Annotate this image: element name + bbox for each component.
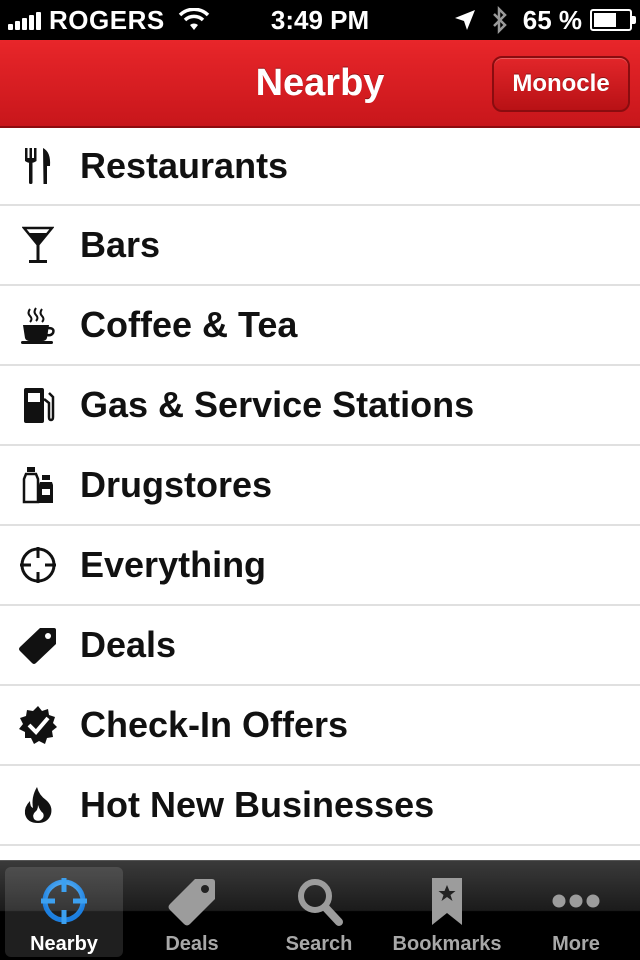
list-item-label: Everything: [80, 544, 267, 585]
tab-label: Bookmarks: [392, 933, 502, 955]
crosshair-icon: [41, 878, 87, 924]
crosshair-icon: [18, 545, 58, 585]
navigation-bar: Nearby Monocle: [0, 40, 640, 128]
list-item-label: Hot New Businesses: [80, 784, 435, 825]
monocle-button[interactable]: Monocle: [492, 56, 630, 112]
list-item-label: Bars: [80, 224, 161, 265]
list-item-label: Drugstores: [80, 464, 273, 505]
price-tag-icon: [168, 879, 215, 926]
category-list: Restaurants Bars Coffee & Tea Gas & Serv…: [0, 128, 640, 860]
tab-label: Deals: [165, 933, 219, 955]
tab-label: Nearby: [30, 933, 98, 955]
list-item-restaurants[interactable]: Restaurants: [0, 128, 640, 206]
tab-deals[interactable]: Deals: [133, 867, 251, 957]
flame-icon: [18, 785, 58, 825]
fork-knife-icon: [18, 146, 58, 186]
bottles-icon: [18, 465, 58, 505]
battery-percent: 65 %: [522, 4, 582, 35]
tab-label: Search: [285, 933, 353, 955]
price-tag-icon: [18, 625, 58, 665]
list-item-deals[interactable]: Deals: [0, 606, 640, 686]
list-item-everything[interactable]: Everything: [0, 526, 640, 606]
list-item-label: Deals: [80, 624, 177, 665]
list-item-label: Restaurants: [80, 145, 289, 186]
coffee-cup-icon: [18, 305, 58, 345]
tab-nearby[interactable]: Nearby: [5, 867, 123, 957]
cocktail-icon: [18, 225, 58, 265]
list-item-label: Check-In Offers: [80, 704, 349, 745]
battery-icon: [590, 9, 636, 31]
list-item-bars[interactable]: Bars: [0, 206, 640, 286]
list-item-label: Coffee & Tea: [80, 304, 298, 345]
check-badge-icon: [18, 705, 58, 745]
location-arrow-icon: [454, 10, 475, 30]
tab-bar: Nearby Deals Search Bookmarks More: [0, 860, 640, 960]
more-dots-icon: [552, 894, 600, 908]
list-item-check-in-offers[interactable]: Check-In Offers: [0, 686, 640, 766]
tab-more[interactable]: More: [517, 867, 635, 957]
list-item-hot-new-businesses[interactable]: Hot New Businesses: [0, 766, 640, 846]
list-item-gas-service[interactable]: Gas & Service Stations: [0, 366, 640, 446]
bookmark-icon: [432, 878, 462, 925]
list-item-drugstores[interactable]: Drugstores: [0, 446, 640, 526]
tab-bookmarks[interactable]: Bookmarks: [388, 867, 506, 957]
tab-label: More: [552, 933, 600, 955]
list-item-label: Gas & Service Stations: [80, 384, 475, 425]
gas-pump-icon: [18, 385, 58, 425]
bluetooth-icon: [492, 6, 507, 34]
search-icon: [298, 879, 343, 926]
status-bar: ROGERS 3:49 PM 65 %: [0, 0, 640, 40]
tab-search[interactable]: Search: [260, 867, 378, 957]
list-item-coffee-tea[interactable]: Coffee & Tea: [0, 286, 640, 366]
